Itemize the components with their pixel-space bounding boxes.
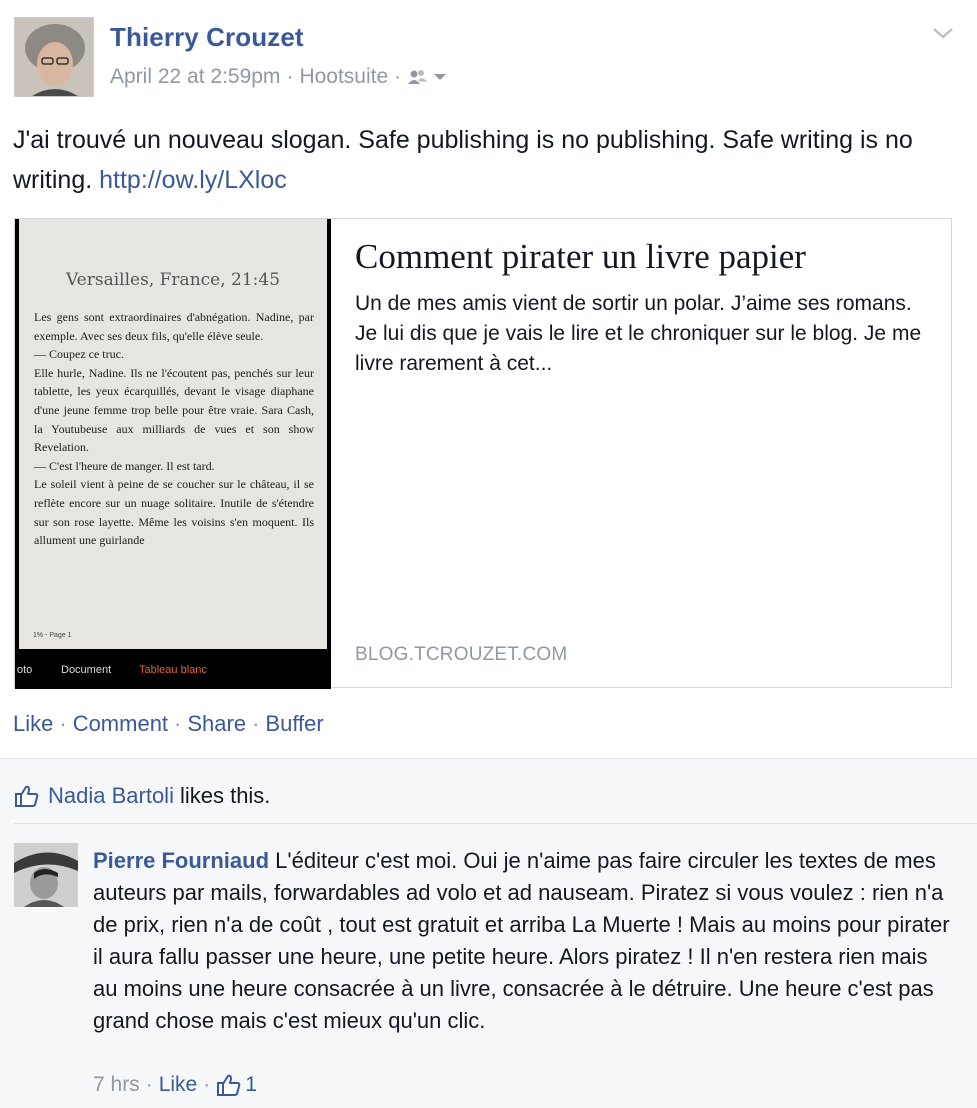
thumbs-up-icon — [15, 785, 39, 807]
chevron-down-icon[interactable] — [931, 24, 955, 42]
like-link[interactable]: Like — [13, 711, 53, 737]
privacy-dropdown-icon — [434, 74, 447, 80]
link-preview-card[interactable]: Versailles, France, 21:45 Les gens sont … — [14, 218, 952, 689]
likes-sentence: Nadia Bartoli likes this. — [14, 783, 270, 809]
comment-text: L'éditeur c'est moi. Oui je n'aime pas f… — [93, 848, 950, 1033]
post-link[interactable]: http://ow.ly/LXloc — [99, 166, 287, 194]
meta-separator: · — [394, 65, 402, 88]
link-thumbnail[interactable]: Versailles, France, 21:45 Les gens sont … — [15, 219, 331, 689]
thumbnail-page: Versailles, France, 21:45 Les gens sont … — [19, 219, 327, 649]
card-description: Un de mes amis vient de sortir un polar.… — [355, 292, 922, 375]
thumbnail-toolbar-item: Document — [61, 664, 112, 676]
thumbnail-heading: Versailles, France, 21:45 — [65, 270, 281, 290]
comment-like-link[interactable]: Like — [159, 1073, 198, 1097]
action-separator: · — [174, 711, 182, 736]
buffer-link[interactable]: Buffer — [265, 711, 323, 737]
thumbnail-page-label: 1% - Page 1 — [33, 632, 72, 639]
action-separator: · — [252, 711, 260, 736]
card-domain: BLOG.TCROUZET.COM — [355, 644, 568, 665]
meta-separator: · — [286, 65, 294, 88]
post-via[interactable]: Hootsuite — [299, 65, 388, 89]
commenter-name[interactable]: Pierre Fourniaud — [93, 848, 269, 873]
card-title[interactable]: Comment pirater un livre papier — [355, 237, 806, 277]
feedback-section: Nadia Bartoli likes this. Pierre Fournia… — [0, 758, 977, 1108]
comment-link[interactable]: Comment — [73, 711, 168, 737]
share-link[interactable]: Share — [187, 711, 246, 737]
post-text: J'ai trouvé un nouveau slogan. Safe publ… — [13, 120, 953, 200]
thumbnail-toolbar-item: Tableau blanc — [139, 664, 207, 676]
comment-meta-separator: · — [145, 1073, 153, 1096]
post-timestamp[interactable]: April 22 at 2:59pm — [110, 65, 280, 89]
comment-time[interactable]: 7 hrs — [93, 1073, 140, 1097]
friends-icon[interactable] — [407, 69, 447, 85]
post-meta: April 22 at 2:59pm · Hootsuite · — [110, 65, 447, 89]
thumbnail-toolbar-item: oto — [17, 664, 33, 676]
post-actions: Like · Comment · Share · Buffer — [13, 711, 324, 737]
commenter-avatar[interactable] — [14, 843, 78, 907]
author-avatar[interactable] — [14, 17, 94, 97]
thumbnail-toolbar: oto Document Tableau blanc — [15, 650, 331, 689]
comment-meta: 7 hrs · Like · 1 — [93, 1073, 257, 1097]
post-story: Thierry Crouzet April 22 at 2:59pm · Hoo… — [0, 0, 977, 758]
comment-like-count[interactable]: 1 — [216, 1073, 257, 1097]
thumbnail-text: Les gens sont extraordinaires d'abnégati… — [34, 310, 314, 548]
thumbs-up-icon — [217, 1074, 241, 1096]
likes-suffix: likes this. — [179, 783, 271, 808]
divider — [14, 823, 977, 824]
liker-name[interactable]: Nadia Bartoli — [48, 783, 174, 809]
comment-meta-separator: · — [203, 1073, 211, 1096]
comment-body: Pierre Fourniaud L'éditeur c'est moi. Ou… — [93, 845, 953, 1037]
author-name[interactable]: Thierry Crouzet — [110, 22, 304, 53]
like-count-value: 1 — [245, 1073, 257, 1096]
action-separator: · — [59, 711, 67, 736]
